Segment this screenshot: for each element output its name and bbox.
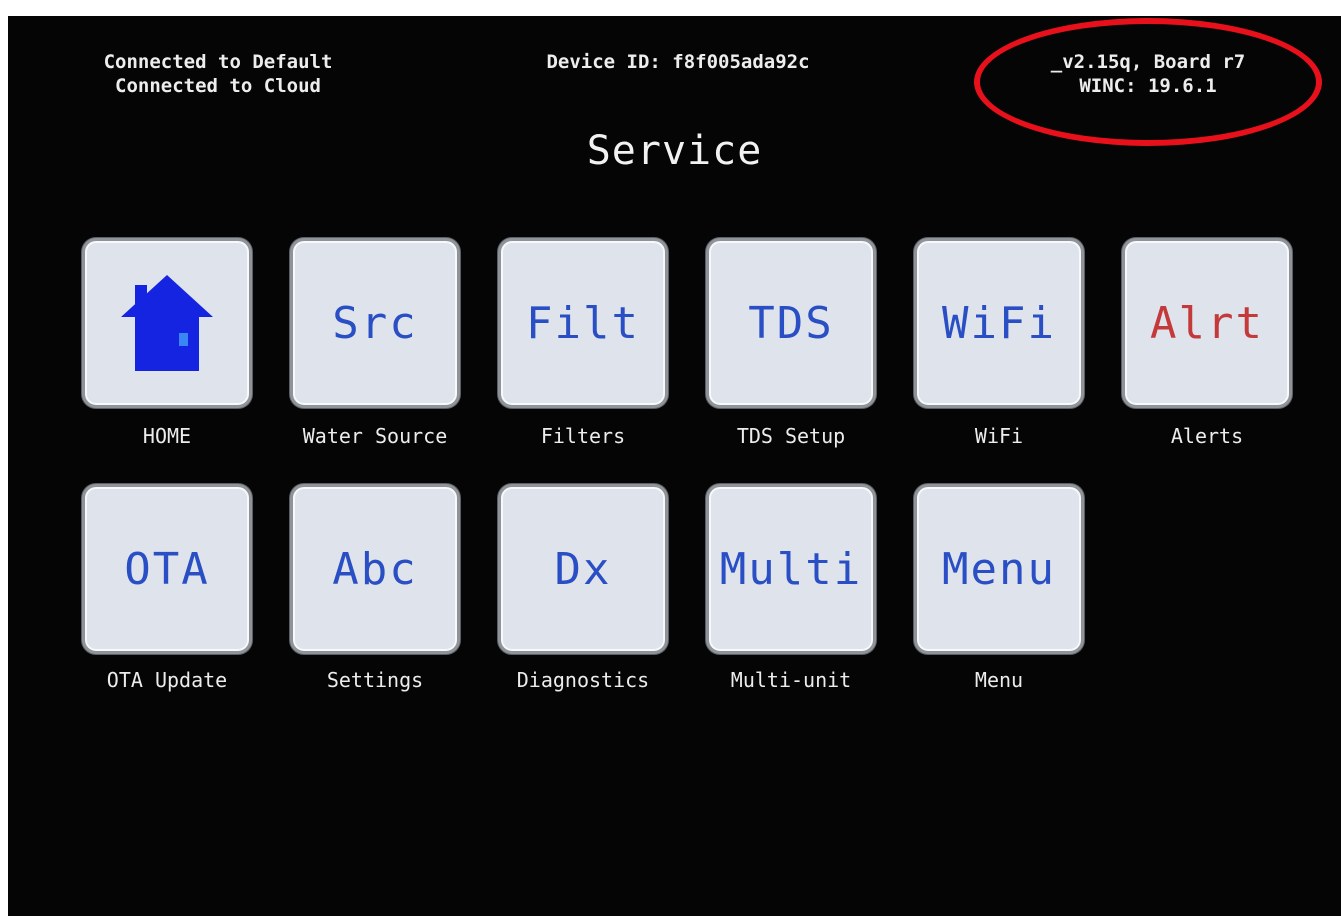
filters-tile-text: Filt: [526, 297, 640, 349]
multi-unit-button[interactable]: Multi: [706, 484, 876, 654]
settings-button[interactable]: Abc: [290, 484, 460, 654]
alerts-label: Alerts: [1170, 424, 1244, 448]
alerts-tile-text: Alrt: [1150, 297, 1264, 349]
water-source-tile-text: Src: [332, 297, 418, 349]
red-annotation-circle: [974, 18, 1322, 146]
settings-label: Settings: [326, 668, 424, 692]
diagnostics-button[interactable]: Dx: [498, 484, 668, 654]
home-label: HOME: [142, 424, 192, 448]
filters-button[interactable]: Filt: [498, 238, 668, 408]
wifi-connection-text: Connected to Default: [103, 51, 333, 73]
diagnostics-tile-text: Dx: [554, 543, 612, 595]
multi-unit-label: Multi-unit: [730, 668, 852, 692]
wifi-label: WiFi: [974, 424, 1024, 448]
menu-button[interactable]: Menu: [914, 484, 1084, 654]
menu-label: Menu: [974, 668, 1024, 692]
device-screen: Connected to Default Connected to Cloud …: [8, 16, 1341, 916]
filters-label: Filters: [540, 424, 626, 448]
water-source-button[interactable]: Src: [290, 238, 460, 408]
device-id-text: Device ID: f8f005ada92c: [546, 51, 810, 73]
ota-update-button[interactable]: OTA: [82, 484, 252, 654]
ota-tile-text: OTA: [124, 543, 210, 595]
wifi-button[interactable]: WiFi: [914, 238, 1084, 408]
tds-setup-button[interactable]: TDS: [706, 238, 876, 408]
tds-setup-label: TDS Setup: [736, 424, 846, 448]
tds-tile-text: TDS: [748, 297, 834, 349]
diagnostics-label: Diagnostics: [516, 668, 650, 692]
settings-tile-text: Abc: [332, 543, 418, 595]
home-icon: [121, 275, 213, 371]
multi-tile-text: Multi: [719, 543, 863, 595]
wifi-tile-text: WiFi: [942, 297, 1056, 349]
cloud-connection-text: Connected to Cloud: [115, 75, 321, 97]
menu-tile-text: Menu: [942, 543, 1056, 595]
page-title: Service: [586, 128, 763, 174]
ota-update-label: OTA Update: [106, 668, 228, 692]
water-source-label: Water Source: [302, 424, 448, 448]
alerts-button[interactable]: Alrt: [1122, 238, 1292, 408]
connection-status: Connected to Default Connected to Cloud: [68, 50, 368, 98]
home-button[interactable]: [82, 238, 252, 408]
